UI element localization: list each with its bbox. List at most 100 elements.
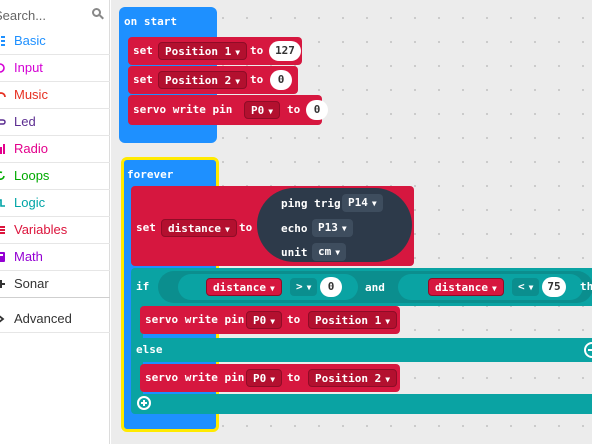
else-row[interactable]: else bbox=[131, 338, 592, 362]
dropdown-arrow-icon: ▼ bbox=[269, 284, 275, 293]
value-input[interactable]: 0 bbox=[306, 100, 328, 120]
unit-name: cm bbox=[318, 245, 332, 258]
pin-dropdown[interactable]: P0 ▼ bbox=[244, 101, 281, 119]
search-input[interactable] bbox=[0, 4, 90, 26]
dropdown-arrow-icon: ▼ bbox=[270, 317, 276, 326]
category-label: Logic bbox=[14, 195, 46, 210]
value-input[interactable]: 0 bbox=[320, 277, 342, 297]
pin-name: P0 bbox=[253, 314, 267, 327]
value-input[interactable]: 75 bbox=[542, 277, 566, 297]
servo-write-block[interactable]: servo write pin P0 ▼ to 0 bbox=[128, 95, 328, 125]
variable-name: distance bbox=[435, 281, 488, 294]
category-label: Basic bbox=[14, 33, 46, 48]
to-keyword: to bbox=[287, 313, 301, 326]
plus-icon bbox=[0, 280, 5, 288]
operator-symbol: > bbox=[296, 280, 303, 293]
servo-write-then-block[interactable]: servo write pin P0 ▼ to Position 1 ▼ bbox=[140, 306, 400, 334]
category-logic[interactable]: Logic bbox=[0, 190, 110, 217]
ping-trig-label: ping trig bbox=[281, 197, 341, 210]
unit-label: unit bbox=[281, 246, 308, 259]
servo-write-label: servo write pin bbox=[145, 371, 245, 384]
set-position2-block[interactable]: set Position 2 ▼ to 0 bbox=[128, 66, 298, 94]
category-label: Advanced bbox=[14, 311, 72, 326]
dropdown-arrow-icon: ▼ bbox=[335, 248, 341, 257]
grid-icon bbox=[1, 36, 5, 46]
to-keyword: to bbox=[250, 44, 264, 57]
bars-icon bbox=[0, 144, 5, 154]
variable-dropdown[interactable]: distance ▼ bbox=[161, 219, 237, 237]
to-keyword: to bbox=[287, 103, 301, 116]
dropdown-arrow-icon: ▼ bbox=[268, 107, 274, 116]
calculator-icon bbox=[0, 252, 5, 262]
category-math[interactable]: Math bbox=[0, 244, 110, 271]
category-label: Led bbox=[14, 114, 36, 129]
pin-name: P14 bbox=[348, 196, 368, 209]
set-keyword: set bbox=[133, 44, 153, 57]
category-input[interactable]: Input bbox=[0, 55, 110, 82]
servo-write-else-block[interactable]: servo write pin P0 ▼ to Position 2 ▼ bbox=[140, 364, 400, 392]
variable-dropdown[interactable]: Position 2 ▼ bbox=[158, 71, 248, 89]
variable-name: Position 1 bbox=[165, 45, 232, 58]
dropdown-arrow-icon: ▼ bbox=[491, 284, 497, 293]
toggle-icon bbox=[0, 119, 6, 125]
to-keyword: to bbox=[239, 221, 253, 234]
category-sonar[interactable]: Sonar bbox=[0, 271, 110, 298]
variable-dropdown[interactable]: distance ▼ bbox=[428, 278, 504, 296]
remove-else-icon[interactable] bbox=[584, 342, 592, 358]
dropdown-arrow-icon: ▼ bbox=[341, 224, 347, 233]
set-distance-block[interactable]: set distance ▼ to ping trig P14 ▼ echo P13… bbox=[131, 186, 414, 266]
to-keyword: to bbox=[250, 73, 264, 86]
toolbox-sidebar: Basic Input Music Led Radio Loops Logic … bbox=[0, 0, 110, 444]
category-variables[interactable]: Variables bbox=[0, 217, 110, 244]
set-keyword: set bbox=[136, 221, 156, 234]
on-start-label: on start bbox=[124, 15, 177, 28]
echo-pin-dropdown[interactable]: P13 ▼ bbox=[312, 219, 353, 237]
category-loops[interactable]: Loops bbox=[0, 163, 110, 190]
category-label: Music bbox=[14, 87, 48, 102]
variable-dropdown[interactable]: Position 1 ▼ bbox=[158, 42, 248, 60]
dropdown-arrow-icon: ▼ bbox=[528, 283, 534, 292]
variable-dropdown[interactable]: Position 1 ▼ bbox=[308, 311, 398, 329]
category-advanced[interactable]: Advanced bbox=[0, 306, 110, 333]
and-condition[interactable]: distance ▼ > ▼ 0 and distance ▼ < ▼ 75 bbox=[158, 271, 592, 303]
value-input[interactable]: 0 bbox=[270, 70, 292, 90]
if-block[interactable]: if distance ▼ > ▼ 0 and distance ▼ < ▼ 75 th… bbox=[131, 268, 592, 306]
if-footer bbox=[131, 394, 592, 414]
category-basic[interactable]: Basic bbox=[0, 28, 110, 55]
less-than-compare[interactable]: distance ▼ < ▼ 75 bbox=[398, 274, 583, 300]
pin-name: P13 bbox=[318, 221, 338, 234]
ping-reporter-block[interactable]: ping trig P14 ▼ echo P13 ▼ unit cm ▼ bbox=[257, 188, 412, 262]
dropdown-arrow-icon: ▼ bbox=[270, 375, 276, 384]
search-box bbox=[0, 0, 110, 30]
add-else-icon[interactable] bbox=[137, 396, 151, 410]
operator-symbol: < bbox=[518, 280, 525, 293]
variable-dropdown[interactable]: Position 2 ▼ bbox=[308, 369, 398, 387]
dropdown-arrow-icon: ▼ bbox=[235, 77, 241, 86]
else-keyword: else bbox=[136, 343, 163, 356]
value-input[interactable]: 127 bbox=[269, 41, 301, 61]
dropdown-arrow-icon: ▼ bbox=[306, 283, 312, 292]
trig-pin-dropdown[interactable]: P14 ▼ bbox=[342, 194, 383, 212]
category-radio[interactable]: Radio bbox=[0, 136, 110, 163]
category-led[interactable]: Led bbox=[0, 109, 110, 136]
variable-name: Position 2 bbox=[315, 372, 382, 385]
category-label: Sonar bbox=[14, 276, 49, 291]
set-position1-block[interactable]: set Position 1 ▼ to 127 bbox=[128, 37, 302, 65]
headphones-icon bbox=[0, 92, 6, 98]
variable-name: Position 2 bbox=[165, 74, 232, 87]
category-music[interactable]: Music bbox=[0, 82, 110, 109]
operator-dropdown[interactable]: < ▼ bbox=[512, 278, 540, 296]
blocks-workspace[interactable]: on start set Position 1 ▼ to 127 set Posi… bbox=[111, 0, 592, 444]
variable-dropdown[interactable]: distance ▼ bbox=[206, 278, 282, 296]
pin-dropdown[interactable]: P0 ▼ bbox=[246, 369, 283, 387]
pin-dropdown[interactable]: P0 ▼ bbox=[246, 311, 283, 329]
search-icon[interactable] bbox=[92, 8, 104, 20]
variable-name: distance bbox=[213, 281, 266, 294]
unit-dropdown[interactable]: cm ▼ bbox=[312, 243, 347, 261]
variable-name: distance bbox=[168, 222, 221, 235]
echo-label: echo bbox=[281, 222, 308, 235]
chevron-right-icon bbox=[0, 315, 5, 323]
operator-dropdown[interactable]: > ▼ bbox=[290, 278, 318, 296]
greater-than-compare[interactable]: distance ▼ > ▼ 0 bbox=[178, 274, 358, 300]
dropdown-arrow-icon: ▼ bbox=[371, 199, 377, 208]
